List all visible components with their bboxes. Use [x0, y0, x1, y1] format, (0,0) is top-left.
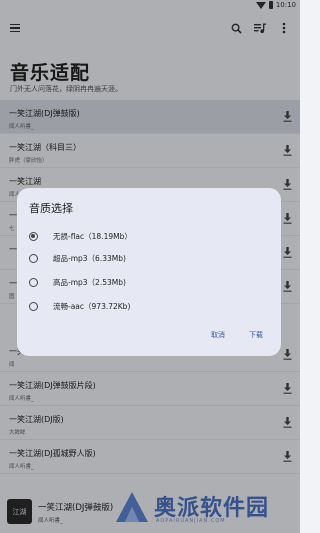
radio-unchecked-icon[interactable] [29, 301, 38, 311]
cancel-button[interactable]: 取消 [211, 330, 225, 340]
radio-unchecked-icon[interactable] [29, 277, 38, 287]
quality-dialog: 音质选择 无损-flac（18.19Mb） 超品-mp3（6.33Mb) 高品-… [17, 188, 281, 356]
radio-checked-icon[interactable] [29, 231, 38, 241]
quality-option-high[interactable]: 高品-mp3（2.53Mb) [29, 272, 269, 292]
dialog-title: 音质选择 [29, 202, 73, 215]
option-label: 高品-mp3（2.53Mb) [53, 277, 126, 287]
quality-option-lossless[interactable]: 无损-flac（18.19Mb） [29, 226, 269, 246]
radio-unchecked-icon[interactable] [29, 253, 38, 263]
quality-option-super[interactable]: 超品-mp3（6.33Mb) [29, 248, 269, 268]
option-label: 超品-mp3（6.33Mb) [53, 253, 126, 263]
download-confirm-button[interactable]: 下载 [249, 330, 263, 340]
option-label: 无损-flac（18.19Mb） [53, 231, 132, 241]
quality-option-smooth[interactable]: 流畅-aac（973.72Kb) [29, 296, 269, 316]
option-label: 流畅-aac（973.72Kb) [53, 301, 131, 311]
